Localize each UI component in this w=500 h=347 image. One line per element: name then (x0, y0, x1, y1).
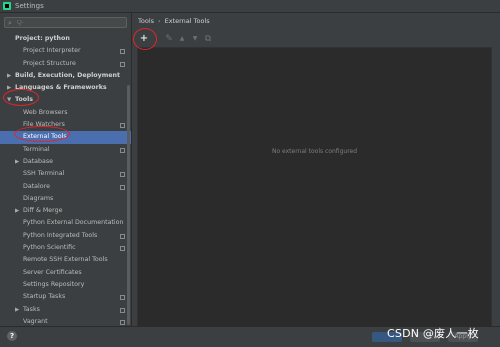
project-scope-icon (120, 307, 125, 313)
project-scope-icon (120, 319, 125, 325)
sidebar-item-label: Build, Execution, Deployment (15, 71, 121, 79)
breadcrumb-separator: › (158, 17, 161, 25)
edit-icon[interactable]: ✎ (163, 32, 175, 46)
project-scope-icon (120, 184, 125, 190)
title-bar: Settings (0, 0, 500, 13)
copy-icon[interactable]: ⧉ (202, 32, 214, 46)
move-down-icon[interactable]: ▼ (189, 32, 201, 46)
sidebar-item-remote-ssh-external-tools[interactable]: Remote SSH External Tools (0, 254, 131, 266)
sidebar-item-server-certificates[interactable]: Server Certificates (0, 267, 131, 279)
empty-state-text: No external tools configured (271, 148, 358, 155)
sidebar-item-label: SSH Terminal (23, 170, 65, 178)
sidebar-item-diagrams[interactable]: Diagrams (0, 193, 131, 205)
sidebar-item-label: Web Browsers (23, 108, 68, 116)
sidebar-item-label: Python Integrated Tools (23, 231, 98, 239)
sidebar-item-build-execution-deployment[interactable]: ▶ Build, Execution, Deployment (0, 70, 131, 82)
sidebar-item-label: Datalore (23, 182, 50, 190)
sidebar-item-label: Database (23, 157, 54, 165)
sidebar-item-label: Languages & Frameworks (15, 84, 107, 92)
project-scope-icon (120, 295, 125, 301)
project-scope-icon (120, 172, 125, 178)
settings-search-box[interactable]: ⌕ (4, 17, 127, 28)
sidebar-item-label: Settings Repository (23, 280, 85, 288)
sidebar-item-label: Startup Tasks (23, 293, 66, 301)
sidebar-item-python-scientific[interactable]: Python Scientific (0, 242, 131, 254)
sidebar-item-label: Server Certificates (23, 268, 82, 276)
settings-search-input[interactable] (17, 18, 122, 27)
sidebar-item-label: External Tools (23, 133, 67, 141)
sidebar-item-label: Diff & Merge (23, 207, 63, 215)
expand-arrow-down-icon[interactable]: ▼ (7, 94, 11, 106)
move-up-icon[interactable]: ▲ (176, 32, 188, 46)
breadcrumb: Tools › External Tools (138, 17, 210, 25)
sidebar-item-label: Project Structure (23, 59, 76, 67)
csdn-watermark: CSDN @废人一枚 (387, 327, 479, 340)
sidebar-item-project-python[interactable]: Project: python (0, 33, 131, 45)
expand-arrow-right-icon[interactable]: ▶ (7, 82, 11, 94)
sidebar-item-label: Terminal (23, 145, 50, 153)
sidebar-item-label: Project Interpreter (23, 47, 81, 55)
window-title: Settings (15, 2, 44, 10)
project-scope-icon (120, 49, 125, 55)
search-icon: ⌕ (8, 19, 12, 27)
sidebar-item-external-tools[interactable]: External Tools (0, 131, 131, 144)
sidebar-item-database[interactable]: ▶ Database (0, 156, 131, 168)
tools-list[interactable]: No external tools configured (137, 47, 492, 327)
project-scope-icon (120, 233, 125, 239)
sidebar-item-label: Tools (15, 96, 34, 104)
sidebar-item-label: Python Scientific (23, 244, 76, 252)
breadcrumb-current: External Tools (164, 17, 210, 25)
sidebar-item-project-structure[interactable]: Project Structure (0, 58, 131, 70)
sidebar-item-label: Tasks (23, 305, 40, 313)
expand-arrow-right-icon[interactable]: ▶ (7, 70, 11, 82)
project-scope-icon (120, 61, 125, 67)
sidebar-item-project-interpreter[interactable]: Project Interpreter (0, 45, 131, 57)
sidebar-item-label: Diagrams (23, 194, 54, 202)
sidebar-item-ssh-terminal[interactable]: SSH Terminal (0, 168, 131, 180)
sidebar-item-terminal[interactable]: Terminal (0, 144, 131, 156)
sidebar-item-tasks[interactable]: ▶ Tasks (0, 304, 131, 316)
pycharm-app-icon (3, 2, 11, 10)
sidebar-item-label: Remote SSH External Tools (23, 256, 108, 264)
sidebar-item-startup-tasks[interactable]: Startup Tasks (0, 291, 131, 303)
expand-arrow-right-icon[interactable]: ▶ (15, 205, 19, 217)
sidebar-scrollbar[interactable] (127, 85, 130, 325)
sidebar-item-web-browsers[interactable]: Web Browsers (0, 107, 131, 119)
sidebar-item-label: File Watchers (23, 121, 65, 129)
project-scope-icon (120, 123, 125, 129)
sidebar-item-python-integrated-tools[interactable]: Python Integrated Tools (0, 230, 131, 242)
project-scope-icon (120, 246, 125, 252)
expand-arrow-right-icon[interactable]: ▶ (15, 304, 19, 316)
external-tools-toolbar: + ✎ ▲ ▼ ⧉ (137, 32, 492, 46)
sidebar-item-file-watchers[interactable]: File Watchers (0, 119, 131, 131)
sidebar-item-diff-merge[interactable]: ▶ Diff & Merge (0, 205, 131, 217)
add-tool-button[interactable]: + (138, 32, 150, 46)
external-tools-panel: Tools › External Tools + ✎ ▲ ▼ ⧉ No extern… (132, 13, 500, 327)
sidebar-item-languages-frameworks[interactable]: ▶ Languages & Frameworks (0, 82, 131, 94)
sidebar-item-datalore[interactable]: Datalore (0, 181, 131, 193)
sidebar-item-settings-repository[interactable]: Settings Repository (0, 279, 131, 291)
sidebar-item-tools[interactable]: ▼ Tools (0, 94, 131, 106)
sidebar-item-python-external-documentation[interactable]: Python External Documentation (0, 217, 131, 229)
settings-tree: Project: python Project Interpreter Projec… (0, 33, 131, 328)
settings-sidebar: ⌕ Project: pythonProject InterpreterProj… (0, 13, 131, 326)
expand-arrow-right-icon[interactable]: ▶ (15, 156, 19, 168)
breadcrumb-tools[interactable]: Tools (138, 17, 154, 25)
project-scope-icon (120, 147, 125, 153)
help-button[interactable]: ? (7, 331, 17, 341)
sidebar-item-label: Project: python (15, 35, 70, 42)
sidebar-item-label: Python External Documentation (23, 219, 124, 227)
